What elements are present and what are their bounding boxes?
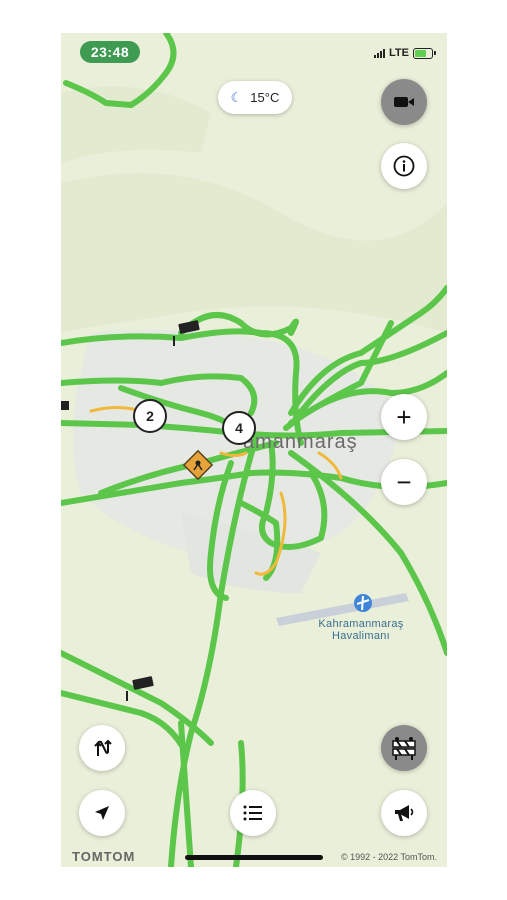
network-label: LTE [389, 47, 409, 59]
roadblock-button[interactable] [381, 725, 427, 771]
home-indicator[interactable] [185, 855, 323, 860]
cluster-pin[interactable]: 2 [133, 399, 167, 433]
route-button[interactable] [79, 725, 125, 771]
tomtom-logo: TOMTOM [72, 849, 136, 864]
app-screen: amanmaraş Kahramanmaraş Havalimanı 2 4 2… [61, 33, 447, 867]
info-icon [393, 155, 415, 177]
airport-label: Kahramanmaraş Havalimanı [301, 618, 421, 642]
airport-name-line1: Kahramanmaraş [318, 618, 404, 630]
zoom-out-button[interactable]: − [381, 459, 427, 505]
megaphone-icon [395, 805, 414, 821]
list-icon [243, 805, 262, 821]
cluster-pin[interactable]: 4 [222, 411, 256, 445]
temperature: 15°C [250, 90, 280, 105]
status-indicators: LTE [374, 47, 436, 59]
camera-button[interactable] [381, 79, 427, 125]
list-button[interactable] [230, 790, 276, 836]
report-button[interactable] [381, 790, 427, 836]
status-time: 23:48 [80, 41, 140, 63]
zoom-in-button[interactable]: + [381, 394, 427, 440]
roadblock-icon [392, 737, 416, 760]
battery-icon [413, 47, 436, 59]
locate-button[interactable] [79, 790, 125, 836]
route-icon [94, 739, 112, 756]
camera-icon [394, 97, 414, 107]
moon-icon: ☾ [230, 89, 243, 105]
airport-name-line2: Havalimanı [331, 630, 391, 642]
weather-badge[interactable]: ☾ 15°C [218, 81, 292, 114]
info-button[interactable] [381, 143, 427, 189]
copyright-text: © 1992 - 2022 TomTom. [340, 852, 437, 862]
navigation-arrow-icon [95, 806, 109, 820]
city-label: amanmaraş [243, 431, 358, 453]
signal-icon [374, 48, 386, 58]
